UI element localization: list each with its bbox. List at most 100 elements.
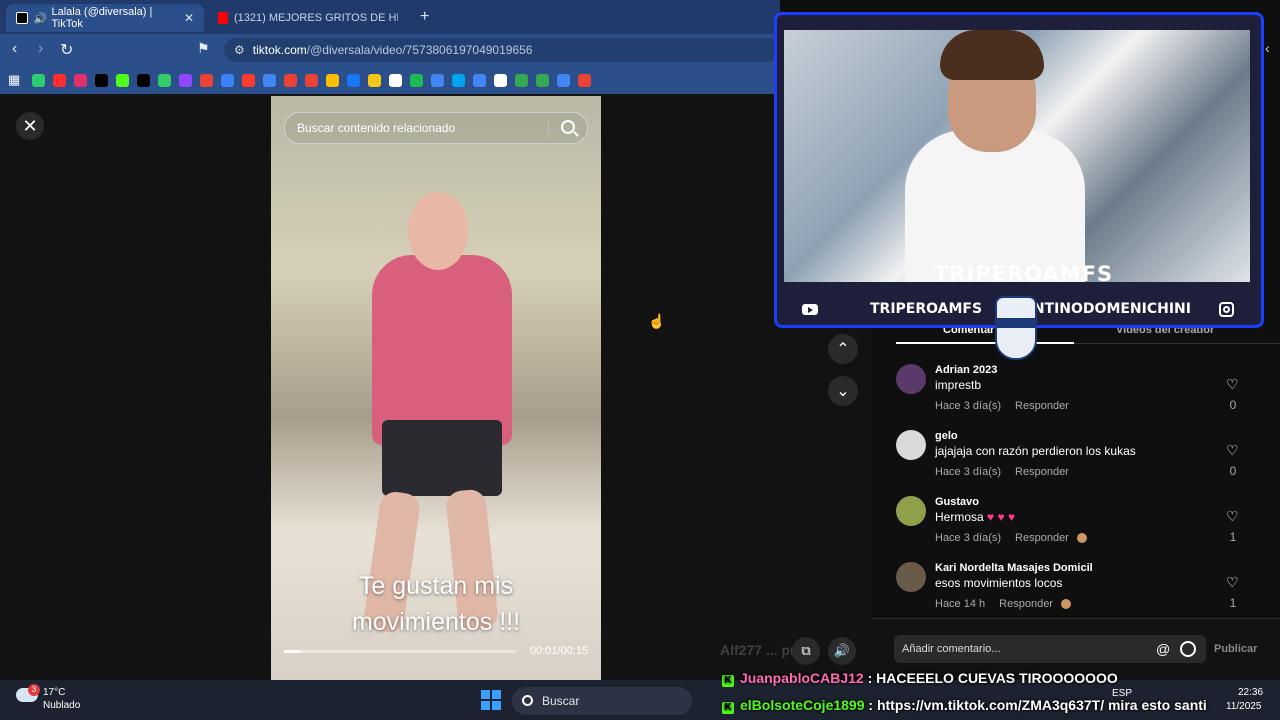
webcam-streamer-hair <box>940 30 1044 80</box>
bookmark-icon[interactable] <box>95 73 109 87</box>
reply-button[interactable]: Responder <box>1015 400 1069 412</box>
reload-icon[interactable]: ↻ <box>60 40 73 60</box>
like-icon[interactable]: ♡ <box>1226 443 1240 457</box>
back-icon[interactable]: ‹ <box>12 40 17 58</box>
like-icon[interactable]: ♡ <box>1226 377 1240 391</box>
bookmark-icon[interactable] <box>116 73 130 87</box>
comment-meta: Hace 3 día(s) Responder <box>935 466 1069 478</box>
comment-time: Hace 3 día(s) <box>935 532 1002 544</box>
tab-tiktok[interactable]: 🔊 Lalala (@diversala) | TikTok ✕ <box>6 4 204 32</box>
streamer-name: TRIPEROAMFS <box>934 262 1114 286</box>
comment-time: Hace 14 h <box>935 598 986 610</box>
next-video-button[interactable]: ⌄ <box>828 376 858 406</box>
bookmark-icon[interactable] <box>347 73 361 87</box>
search-icon[interactable] <box>561 120 575 134</box>
clock-time[interactable]: 22:36 <box>1238 687 1263 698</box>
volume-icon[interactable]: 🔊 <box>828 637 856 665</box>
taskbar-search[interactable]: Buscar <box>512 687 692 715</box>
bookmark-icon[interactable] <box>494 73 508 87</box>
bookmark-icon[interactable] <box>32 73 46 87</box>
url-path: /@diversala/video/7573806197049019656 <box>306 43 533 57</box>
bookmark-icon[interactable] <box>200 73 214 87</box>
comment-user[interactable]: Kari Nordelta Masajes Domicil <box>935 562 1093 574</box>
bookmark-icon[interactable] <box>74 73 88 87</box>
comment-time: Hace 3 día(s) <box>935 400 1002 412</box>
chat-text: HACEEELO CUEVAS TIROOOOOOO <box>876 670 1118 686</box>
bookmark-icon[interactable] <box>578 73 592 87</box>
bookmark-icon[interactable] <box>431 73 445 87</box>
apps-grid-icon[interactable]: ▦ <box>8 72 20 88</box>
tab-youtube[interactable]: (1321) MEJORES GRITOS DE HINCHA <box>208 4 408 32</box>
reply-button[interactable]: Responder <box>1015 532 1069 544</box>
related-search-input[interactable]: Buscar contenido relacionado <box>284 112 588 144</box>
bookmark-icon[interactable] <box>263 73 277 87</box>
bookmark-icon[interactable] <box>221 73 235 87</box>
close-tab-icon[interactable]: ✕ <box>184 11 194 25</box>
forward-icon[interactable]: › <box>38 40 43 58</box>
video-progress-track[interactable] <box>284 650 516 653</box>
comment-text: esos movimientos locos <box>935 576 1063 590</box>
site-info-icon[interactable]: ⚙ <box>234 43 245 57</box>
comment-user[interactable]: Gustavo <box>935 496 979 508</box>
video-figure-shorts <box>382 420 502 496</box>
emoji-icon[interactable] <box>1180 641 1196 657</box>
bookmark-icon[interactable] <box>473 73 487 87</box>
bookmark-icon[interactable] <box>242 73 256 87</box>
reply-button[interactable]: Responder <box>999 598 1053 610</box>
like-icon[interactable]: ♡ <box>1226 575 1240 589</box>
youtube-icon <box>802 303 818 315</box>
like-icon[interactable]: ♡ <box>1226 509 1240 523</box>
chat-username: elBolsoteCoje1899 <box>740 697 865 713</box>
comment-item: Gustavo Hermosa ♥ ♥ ♥ Hace 3 día(s) Respo… <box>896 496 1256 556</box>
reply-button[interactable]: Responder <box>1015 466 1069 478</box>
bookmark-icon[interactable] <box>368 73 382 87</box>
youtube-handle: TRIPEROAMFS <box>870 301 983 317</box>
creator-liked-avatar <box>1060 599 1071 610</box>
weather-temperature[interactable]: 17°C <box>43 687 65 698</box>
video-timecode: 00:01/00:15 <box>530 645 589 657</box>
bookmark-icon[interactable] <box>326 73 340 87</box>
bookmark-icon[interactable] <box>389 73 403 87</box>
previous-video-button[interactable]: ⌃ <box>828 334 858 364</box>
publish-button[interactable]: Publicar <box>1214 643 1257 655</box>
bookmark-icon[interactable] <box>137 73 151 87</box>
mention-icon[interactable]: @ <box>1156 641 1170 657</box>
bookmark-icon[interactable] <box>158 73 172 87</box>
avatar[interactable] <box>896 364 926 394</box>
avatar[interactable] <box>896 562 926 592</box>
bookmark-icon[interactable] <box>53 73 67 87</box>
clock-date[interactable]: 11/2025 <box>1226 701 1261 712</box>
comment-meta: Hace 3 día(s) Responder <box>935 532 1087 544</box>
comment-user[interactable]: Adrian 2023 <box>935 364 997 376</box>
bookmark-icon[interactable]: ⚑ <box>197 40 210 57</box>
comment-user[interactable]: gelo <box>935 430 958 442</box>
bookmark-icon[interactable] <box>536 73 550 87</box>
bookmark-icon[interactable] <box>305 73 319 87</box>
chat-username: JuanpabloCABJ12 <box>740 670 864 686</box>
chat-separator: : <box>863 670 877 686</box>
avatar[interactable] <box>896 430 926 460</box>
bookmark-icon[interactable] <box>284 73 298 87</box>
like-count: 0 <box>1229 464 1237 478</box>
instagram-handle: SANTINODOMENICHINI <box>1011 301 1191 317</box>
bookmark-icon[interactable] <box>452 73 466 87</box>
close-viewer-button[interactable]: ✕ <box>16 112 44 140</box>
bookmark-icon[interactable] <box>515 73 529 87</box>
new-tab-button[interactable]: + <box>420 8 429 26</box>
avatar[interactable] <box>896 496 926 526</box>
bookmark-icon[interactable] <box>410 73 424 87</box>
chat-message: KelBolsoteCoje1899 : https://vm.tiktok.c… <box>722 697 1207 714</box>
weather-description[interactable]: Nublado <box>43 700 80 711</box>
tab-title: Lalala (@diversala) | TikTok <box>51 6 153 30</box>
chat-text: https://vm.tiktok.com/ZMA3q637T/ mira es… <box>876 697 1207 713</box>
caption-line: Te gustan mis <box>358 572 514 600</box>
video-controls: ⧉ 🔊 <box>792 637 862 665</box>
bookmark-icon[interactable] <box>557 73 571 87</box>
pip-icon[interactable]: ⧉ <box>792 637 820 665</box>
address-bar[interactable]: ⚙ tiktok.com /@diversala/video/757380619… <box>224 38 780 62</box>
like-count: 1 <box>1229 596 1237 610</box>
windows-start-icon[interactable] <box>481 690 501 710</box>
window-side-icon[interactable]: ‹ <box>1265 40 1270 56</box>
comment-text: jajajaja con razón perdieron los kukas <box>935 444 1136 458</box>
bookmark-icon[interactable] <box>179 73 193 87</box>
